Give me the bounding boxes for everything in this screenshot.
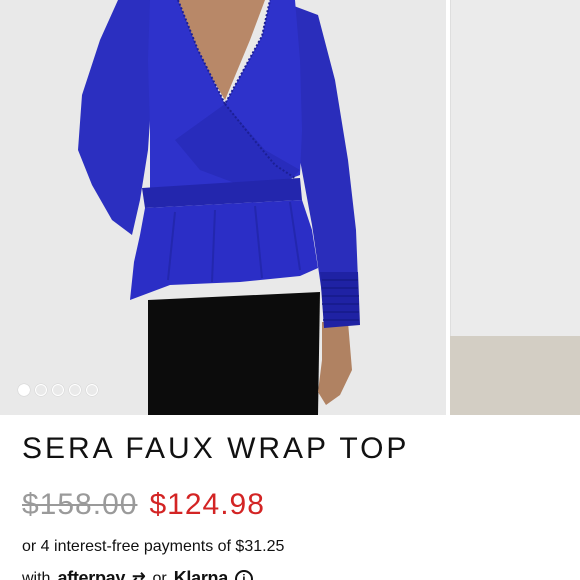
backdrop-floor <box>450 336 580 415</box>
original-price: $158.00 <box>22 488 138 521</box>
product-image-gallery[interactable] <box>0 0 580 415</box>
product-title: SERA FAUX WRAP TOP <box>22 432 410 465</box>
carousel-dot[interactable] <box>35 384 47 396</box>
info-icon[interactable]: i <box>234 569 253 580</box>
divider <box>450 0 451 336</box>
product-image-main[interactable] <box>0 0 446 415</box>
carousel-dot[interactable] <box>86 384 98 396</box>
carousel-dot[interactable] <box>18 384 30 396</box>
price-row: $158.00 $124.98 <box>22 488 265 522</box>
carousel-dot[interactable] <box>69 384 81 396</box>
afterpay-arrows-icon: ⇄ <box>132 570 146 580</box>
product-photo <box>78 0 360 415</box>
sale-price: $124.98 <box>149 488 265 521</box>
carousel-dots[interactable] <box>18 384 98 396</box>
payment-options-row: with afterpay ⇄ or Klarna i <box>22 568 253 580</box>
or-text: or <box>152 569 167 580</box>
klarna-logo[interactable]: Klarna <box>174 568 229 580</box>
afterpay-logo[interactable]: afterpay <box>57 568 125 580</box>
carousel-dot[interactable] <box>52 384 64 396</box>
installments-text: or 4 interest-free payments of $31.25 <box>22 538 285 555</box>
product-image-next[interactable] <box>450 0 580 415</box>
with-text: with <box>22 569 51 580</box>
